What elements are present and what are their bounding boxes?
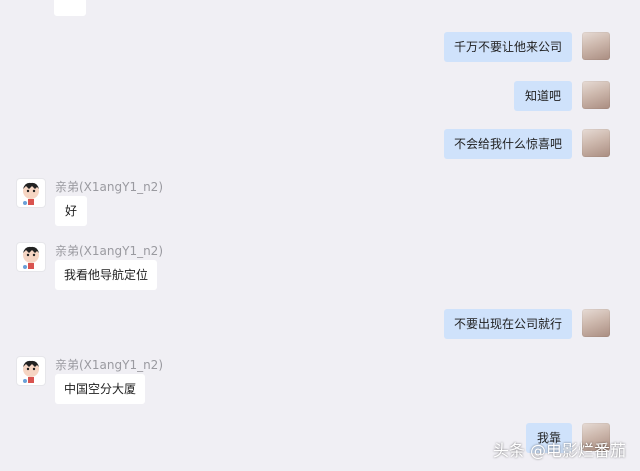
self-avatar-icon[interactable] bbox=[582, 129, 610, 157]
message-bubble[interactable]: 不会给我什么惊喜吧 bbox=[444, 129, 572, 159]
chat-message-list[interactable]: 千万不要让他来公司 知道吧 不会给我什么惊喜吧 亲弟(X1angY1_n2) 好 bbox=[0, 0, 640, 471]
watermark: 头条 @电影烂番茄 bbox=[492, 441, 626, 460]
contact-avatar-icon[interactable] bbox=[17, 243, 45, 271]
sender-name: 亲弟(X1angY1_n2) bbox=[55, 358, 164, 372]
cartoon-avatar-icon bbox=[23, 182, 39, 205]
message-bubble[interactable]: 知道吧 bbox=[514, 81, 572, 111]
message-bubble[interactable]: 好 bbox=[55, 196, 87, 226]
message-bubble[interactable]: 中国空分大厦 bbox=[55, 374, 145, 404]
sender-name: 亲弟(X1angY1_n2) bbox=[55, 244, 164, 258]
message-bubble[interactable]: 不要出现在公司就行 bbox=[444, 309, 572, 339]
cartoon-avatar-icon bbox=[23, 360, 39, 383]
contact-avatar-icon[interactable] bbox=[17, 179, 45, 207]
message-bubble-partial[interactable] bbox=[54, 0, 86, 16]
sender-name: 亲弟(X1angY1_n2) bbox=[55, 180, 164, 194]
self-avatar-icon[interactable] bbox=[582, 32, 610, 60]
cartoon-avatar-icon bbox=[23, 246, 39, 269]
message-bubble[interactable]: 我看他导航定位 bbox=[55, 260, 157, 290]
contact-avatar-icon[interactable] bbox=[17, 357, 45, 385]
self-avatar-icon[interactable] bbox=[582, 81, 610, 109]
self-avatar-icon[interactable] bbox=[582, 309, 610, 337]
message-bubble[interactable]: 千万不要让他来公司 bbox=[444, 32, 572, 62]
